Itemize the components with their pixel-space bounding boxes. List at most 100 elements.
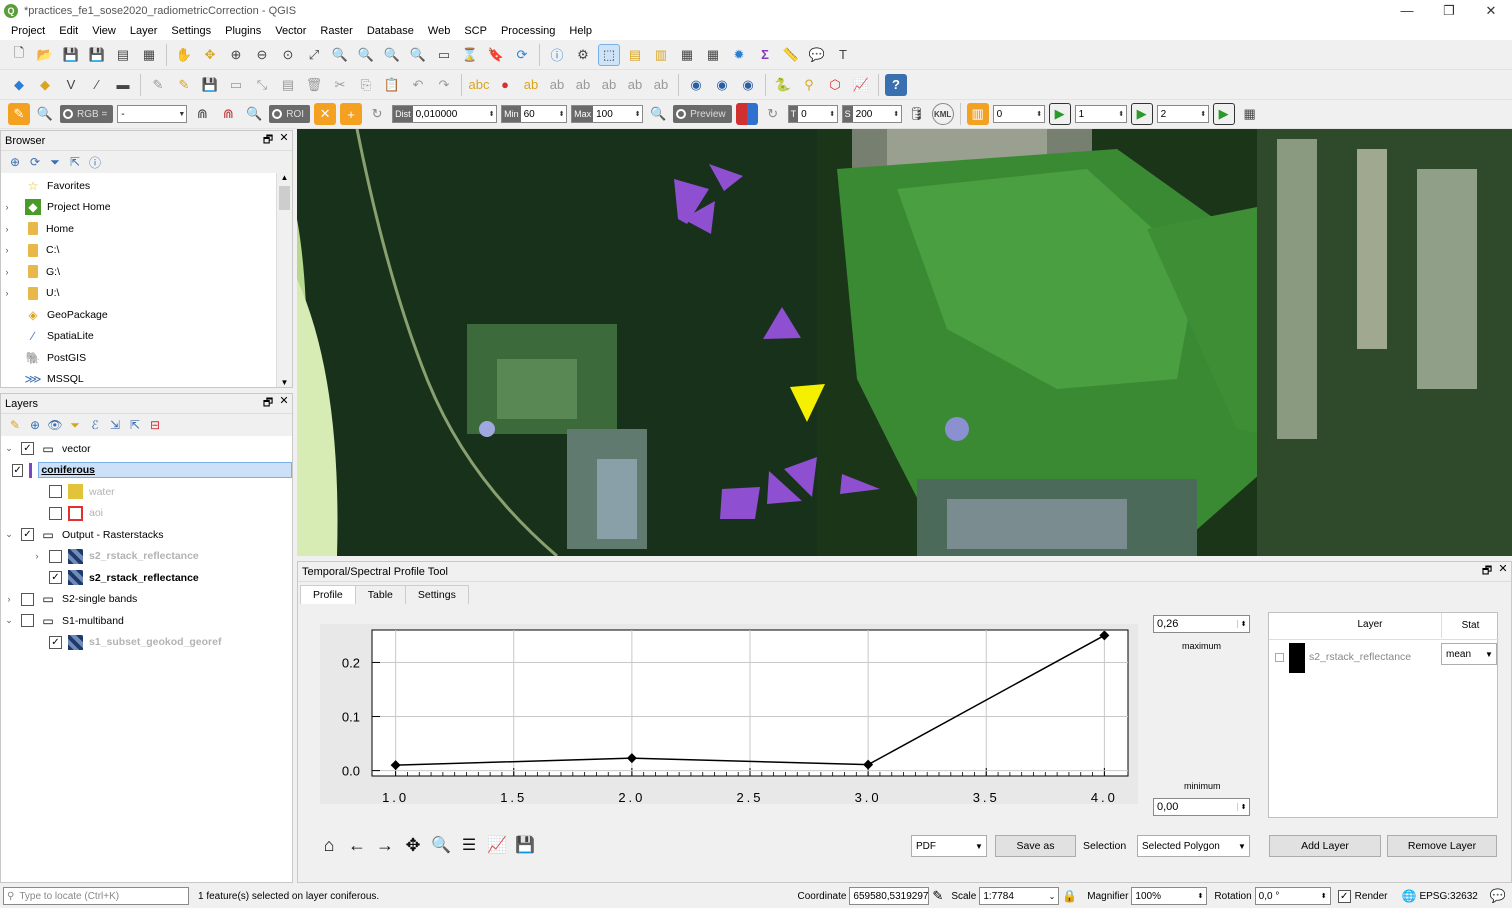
format-combo[interactable]: PDF ▼ [911, 835, 987, 857]
lock-scale-icon[interactable]: 🔒 [1062, 889, 1077, 903]
checkbox[interactable] [21, 592, 34, 606]
layer-group-s1[interactable]: ⌄ ▭ S1-multiband [1, 610, 292, 632]
zoom-out-icon[interactable]: ⊖ [251, 44, 273, 66]
kml-icon[interactable]: KML [931, 103, 954, 125]
selection-combo[interactable]: Selected Polygon ▼ [1137, 835, 1250, 857]
minimize-button[interactable]: — [1386, 0, 1428, 22]
scrollbar-thumb[interactable] [279, 186, 290, 210]
identify-icon[interactable]: ⓘ [546, 44, 568, 66]
float-icon[interactable]: 🗗 [260, 131, 276, 150]
browser-item-geopackage[interactable]: ◈ GeoPackage [1, 304, 292, 326]
menu-processing[interactable]: Processing [494, 25, 562, 37]
move-label-icon[interactable]: ab [572, 74, 594, 96]
browser-item-favorites[interactable]: ☆ Favorites [1, 175, 292, 197]
pan-to-selection-icon[interactable]: ✥ [199, 44, 221, 66]
map-canvas[interactable] [297, 129, 1512, 556]
layer-group-output[interactable]: ⌄ ✓ ▭ Output - Rasterstacks [1, 524, 292, 546]
menu-plugins[interactable]: Plugins [218, 25, 268, 37]
globe-edit-icon[interactable]: ◉ [737, 74, 759, 96]
paste-features-icon[interactable]: 📋 [381, 74, 403, 96]
forward-arrow-icon[interactable]: → [374, 834, 396, 856]
pan-arrows-icon[interactable]: ✥ [402, 834, 424, 856]
scp-zoom-icon[interactable]: 🔍 [34, 103, 56, 125]
chevron-up-icon[interactable]: ▲ [277, 173, 292, 182]
crs-button[interactable]: EPSG:32632 [1419, 891, 1477, 902]
undo-icon[interactable]: ↶ [407, 74, 429, 96]
map-tips-icon[interactable]: 💬 [806, 44, 828, 66]
checkbox[interactable] [49, 506, 62, 520]
chevron-right-icon[interactable]: › [1, 245, 13, 255]
menu-help[interactable]: Help [562, 25, 599, 37]
std-dev-stretch-icon[interactable]: ⋒ [217, 103, 239, 125]
checkbox[interactable]: ✓ [21, 442, 34, 456]
scp-zoom-roi-icon[interactable]: 🔍 [243, 103, 265, 125]
locator-search-input[interactable]: ⚲ Type to locate (Ctrl+K) [3, 887, 189, 905]
menu-vector[interactable]: Vector [268, 25, 313, 37]
print-layout-icon[interactable]: ▤ [112, 44, 134, 66]
zoom-next-icon[interactable]: 🔍 [407, 44, 429, 66]
change-label-icon[interactable]: ab [624, 74, 646, 96]
zoom-selection-icon[interactable]: 🔍 [329, 44, 351, 66]
new-map-view-icon[interactable]: ▭ [433, 44, 455, 66]
open-styling-icon[interactable]: ✎ [5, 418, 25, 432]
add-group-icon[interactable]: ⊕ [25, 418, 45, 432]
cut-features-icon[interactable]: ✂ [329, 74, 351, 96]
chevron-right-icon[interactable]: › [31, 551, 43, 561]
menu-scp[interactable]: SCP [457, 25, 494, 37]
max-spinbox[interactable]: Max 100 ⬍ [571, 105, 644, 123]
modify-attributes-icon[interactable]: ▤ [277, 74, 299, 96]
min-spinbox[interactable]: Min 60 ⬍ [501, 105, 568, 123]
zoom-full-icon[interactable]: ⤢ [303, 44, 325, 66]
stat-combo[interactable]: mean ▼ [1441, 643, 1497, 665]
pan-icon[interactable]: ✋ [173, 44, 195, 66]
remove-layer-button[interactable]: Remove Layer [1387, 835, 1497, 857]
redo-icon[interactable]: ↷ [433, 74, 455, 96]
maximum-spinbox[interactable]: 0,26 ⬍ [1153, 615, 1250, 633]
rotate-label-icon[interactable]: ab [598, 74, 620, 96]
filter-legend-icon[interactable]: ⏷ [65, 418, 85, 433]
current-edits-icon[interactable]: ✎ [147, 74, 169, 96]
collapse-all-icon[interactable]: ⇱ [65, 155, 85, 169]
band-next-icon[interactable]: ▶ [1212, 103, 1235, 125]
remove-temp-files-icon[interactable]: 🛢 [906, 103, 928, 125]
add-roi-icon[interactable]: + [340, 103, 363, 125]
add-selected-icon[interactable]: ⊕ [5, 155, 25, 169]
temporal-icon[interactable]: ⌛ [459, 44, 481, 66]
attribute-table-icon[interactable]: ▦ [676, 44, 698, 66]
checkbox[interactable] [49, 485, 62, 499]
menu-settings[interactable]: Settings [164, 25, 218, 37]
open-project-icon[interactable]: 📂 [34, 44, 56, 66]
filter-expression-icon[interactable]: ℰ [85, 418, 105, 432]
coordinate-field[interactable]: 659580,5319297 [849, 887, 930, 905]
toggle-extents-icon[interactable]: ✎ [932, 888, 943, 904]
menu-database[interactable]: Database [360, 25, 421, 37]
add-feature-icon[interactable]: ▭ [225, 74, 247, 96]
chevron-right-icon[interactable]: › [1, 224, 13, 234]
data-source-manager-icon[interactable]: ◆ [8, 74, 30, 96]
zoom-preview-icon[interactable]: 🔍 [647, 103, 669, 125]
tab-profile[interactable]: Profile [300, 585, 356, 604]
zoom-last-icon[interactable]: 🔍 [381, 44, 403, 66]
text-annotation-icon[interactable]: T [832, 44, 854, 66]
dist-spinbox[interactable]: Dist 0,010000 ⬍ [392, 105, 498, 123]
menu-layer[interactable]: Layer [123, 25, 165, 37]
browser-item-g[interactable]: › G:\ [1, 261, 292, 283]
collapse-all-icon[interactable]: ⇱ [125, 418, 145, 432]
info-icon[interactable]: ⓘ [85, 154, 105, 171]
bookmark-icon[interactable]: 🔖 [485, 44, 507, 66]
vertex-tool-icon[interactable]: ⤡ [251, 74, 273, 96]
checkbox[interactable] [49, 549, 62, 563]
scp-dock-icon[interactable]: ✎ [8, 103, 30, 125]
delete-selected-icon[interactable]: 🗑 [303, 74, 325, 96]
browser-item-mssql[interactable]: ⋙ MSSQL [1, 369, 292, 391]
browser-item-project-home[interactable]: › ◆ Project Home [1, 197, 292, 219]
processing-toolbox-icon[interactable]: ✹ [728, 44, 750, 66]
browser-item-postgis[interactable]: 🐘 PostGIS [1, 347, 292, 369]
close-icon[interactable]: ✕ [276, 394, 292, 413]
layer-s1-subset[interactable]: ✓ s1_subset_geokod_georef [1, 632, 292, 654]
checkbox[interactable]: ✓ [49, 571, 62, 585]
float-icon[interactable]: 🗗 [260, 394, 276, 413]
select-by-value-icon[interactable]: ▤ [624, 44, 646, 66]
checkbox[interactable]: ✓ [49, 635, 62, 649]
band1-spinbox[interactable]: 0 ⬍ [992, 105, 1045, 123]
